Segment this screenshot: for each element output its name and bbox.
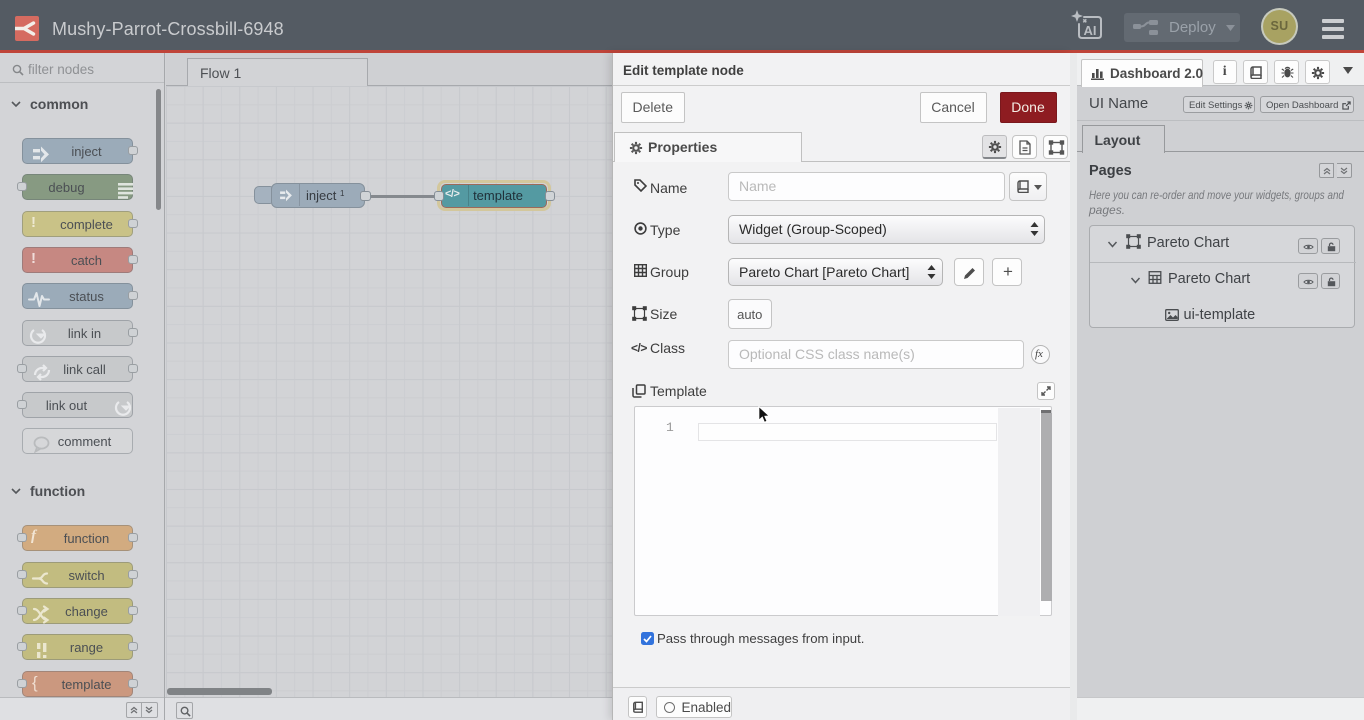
svg-text:AI: AI (1084, 23, 1097, 38)
